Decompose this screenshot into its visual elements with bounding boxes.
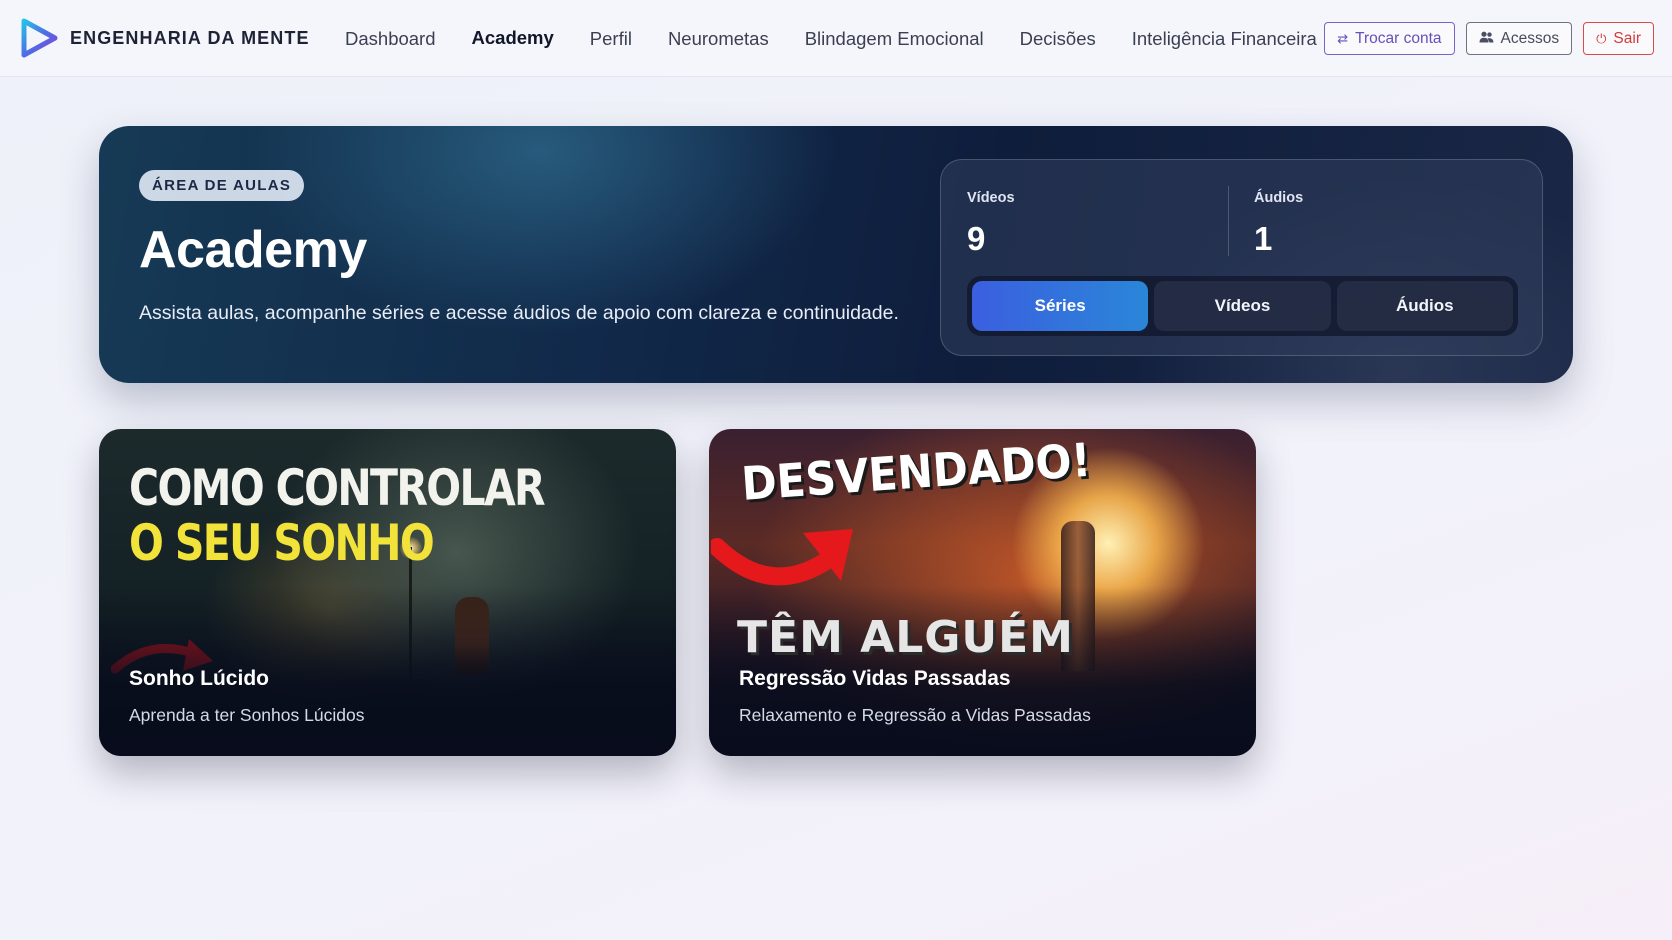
nav-item-decisoes[interactable]: Decisões [1002,0,1114,77]
nav-item-perfil[interactable]: Perfil [572,0,650,77]
nav-item-dashboard[interactable]: Dashboard [327,0,454,77]
content-tabs: Séries Vídeos Áudios [967,276,1518,336]
tab-audios[interactable]: Áudios [1336,281,1513,331]
main-nav: Dashboard Academy Perfil Neurometas Blin… [327,0,1335,77]
switch-account-label: Trocar conta [1355,29,1442,47]
stat-audios: Áudios 1 [1254,190,1303,258]
nav-item-blindagem-emocional[interactable]: Blindagem Emocional [787,0,1002,77]
series-title: Sonho Lúcido [129,667,269,690]
stat-audios-value: 1 [1254,220,1273,257]
series-card[interactable]: DESVENDADO! TÊM ALGUÉM Regressão Vidas P… [709,429,1256,756]
access-label: Acessos [1500,29,1560,47]
series-subtitle: Relaxamento e Regressão a Vidas Passadas [739,705,1091,725]
tab-series[interactable]: Séries [972,281,1149,331]
stat-videos-label: Vídeos [967,190,1015,206]
switch-account-button[interactable]: ⇄ Trocar conta [1324,22,1455,55]
nav-item-inteligencia-financeira[interactable]: Inteligência Financeira [1114,0,1335,77]
thumbnail-headline: DESVENDADO! [739,432,1093,511]
stats-panel: Vídeos 9 Áudios 1 Séries Vídeos Áudios [940,159,1543,356]
brand-name: ENGENHARIA DA MENTE [70,27,310,48]
thumbnail-subheadline: TÊM ALGUÉM [737,612,1074,663]
top-navbar: ENGENHARIA DA MENTE Dashboard Academy Pe… [0,0,1672,77]
stat-audios-label: Áudios [1254,190,1304,206]
nav-item-neurometas[interactable]: Neurometas [650,0,787,77]
logout-button[interactable]: ⏻ Sair [1583,22,1654,55]
tab-videos[interactable]: Vídeos [1154,281,1331,331]
logout-label: Sair [1613,29,1641,47]
thumbnail-headline: COMO CONTROLAR [129,459,546,517]
stat-divider [1228,186,1229,256]
page-title: Academy [139,221,367,279]
academy-hero: ÁREA DE AULAS Academy Assista aulas, aco… [99,126,1573,383]
power-icon: ⏻ [1596,30,1607,46]
series-title: Regressão Vidas Passadas [739,667,1011,690]
stat-videos-value: 9 [967,220,986,257]
series-subtitle: Aprenda a ter Sonhos Lúcidos [129,705,365,725]
series-card[interactable]: COMO CONTROLAR O SEU SONHO Sonho Lúcido … [99,429,676,756]
section-badge: ÁREA DE AULAS [139,170,305,201]
brand[interactable]: ENGENHARIA DA MENTE [19,17,310,59]
page-description: Assista aulas, acompanhe séries e acesse… [139,302,899,324]
thumbnail-headline-highlight: O SEU SONHO [129,514,435,572]
access-button[interactable]: Acessos [1465,22,1573,55]
swap-arrows-icon: ⇄ [1337,30,1349,46]
stat-videos: Vídeos 9 [967,190,1015,258]
nav-item-academy[interactable]: Academy [454,0,572,77]
play-triangle-logo-icon [21,18,58,58]
header-actions: ⇄ Trocar conta Acessos ⏻ Sair [1324,22,1654,55]
users-icon [1479,31,1494,46]
